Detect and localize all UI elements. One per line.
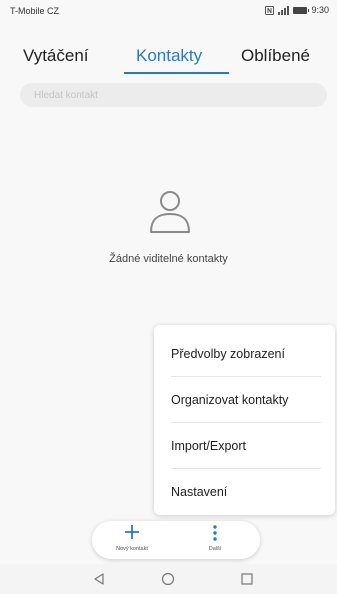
new-contact-button[interactable]: Nový kontakt bbox=[102, 524, 162, 552]
tab-favorites[interactable]: Oblíbené bbox=[241, 46, 310, 66]
back-triangle-icon[interactable] bbox=[92, 572, 106, 586]
battery-icon bbox=[293, 6, 310, 14]
status-indicators: 9:30 bbox=[265, 5, 329, 15]
status-bar: T-Mobile CZ 9:30 bbox=[0, 0, 337, 20]
contacts-screen: T-Mobile CZ 9:30 Vytáčení Kontakty Oblíb… bbox=[0, 0, 337, 594]
search-input[interactable] bbox=[20, 83, 314, 107]
tab-bar: Vytáčení Kontakty Oblíbené bbox=[0, 38, 337, 78]
menu-item-display-preferences[interactable]: Předvolby zobrazení bbox=[154, 331, 335, 377]
navigation-bar bbox=[0, 564, 337, 594]
clock: 9:30 bbox=[311, 5, 329, 15]
plus-icon bbox=[102, 524, 162, 544]
menu-item-organize-contacts[interactable]: Organizovat kontakty bbox=[154, 377, 335, 423]
recents-square-icon[interactable] bbox=[240, 572, 254, 586]
more-label: Další bbox=[208, 546, 222, 552]
active-tab-indicator bbox=[124, 72, 229, 74]
nfc-icon bbox=[265, 5, 275, 15]
bottom-action-bar: Nový kontakt Další bbox=[92, 521, 260, 559]
empty-state-text: Žádné viditelné kontakty bbox=[109, 253, 228, 265]
more-vertical-icon bbox=[185, 524, 245, 544]
more-button[interactable]: Další bbox=[185, 524, 245, 552]
tab-dialer[interactable]: Vytáčení bbox=[23, 46, 89, 66]
carrier-label: T-Mobile CZ bbox=[10, 6, 60, 16]
tab-contacts[interactable]: Kontakty bbox=[136, 46, 202, 66]
menu-item-import-export[interactable]: Import/Export bbox=[154, 423, 335, 469]
home-circle-icon[interactable] bbox=[161, 572, 175, 586]
menu-item-settings[interactable]: Nastavení bbox=[154, 469, 335, 515]
new-contact-label: Nový kontakt bbox=[116, 546, 148, 552]
overflow-menu: Předvolby zobrazení Organizovat kontakty… bbox=[154, 325, 335, 515]
search-bar[interactable] bbox=[20, 83, 327, 107]
person-icon bbox=[150, 191, 190, 233]
signal-icon bbox=[278, 5, 290, 15]
